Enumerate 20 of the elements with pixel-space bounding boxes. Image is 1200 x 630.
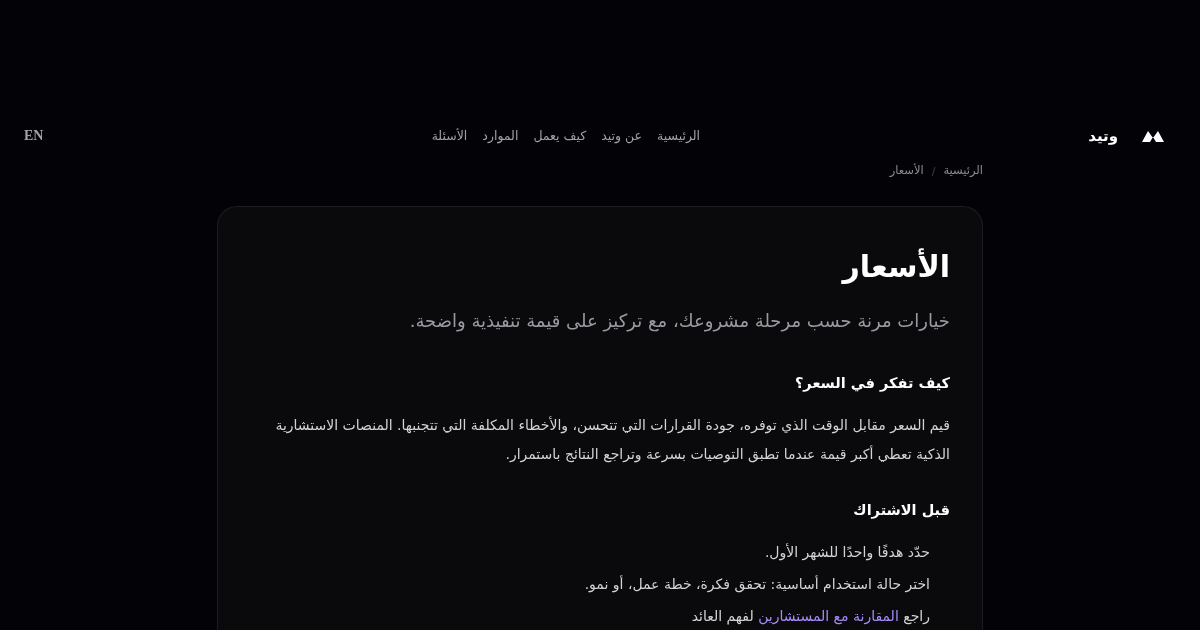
comparison-link[interactable]: المقارنة مع المستشارين <box>758 608 899 624</box>
list-item: راجع المقارنة مع المستشارين لفهم العائد <box>690 607 930 627</box>
page-title: الأسعار <box>840 247 950 286</box>
nav-link[interactable]: كيف يعمل <box>533 129 587 143</box>
list-item: اختر حالة استخدام أساسية: تحقق فكرة، خطة عمل، أو نمو. <box>583 574 930 595</box>
nav-link[interactable]: الأسئلة <box>431 129 468 143</box>
section-heading: كيف تفكر في السعر؟ <box>793 374 950 394</box>
section-paragraph: قيم السعر مقابل الوقت الذي توفره، جودة القرارات التي تتحسن، والأخطاء المكلفة التي تتجنبها. المنصات الاستشارية الذكية تعطي أكبر قيمة عندما تطبق التوصيات بسرعة وتراجع النتائج باستمرار. <box>274 415 950 465</box>
nav-link[interactable]: الموارد <box>482 129 519 143</box>
brand-name[interactable]: وتيد <box>1088 128 1118 144</box>
language-link[interactable]: EN <box>24 129 44 143</box>
breadcrumb-current: الأسعار <box>889 165 924 177</box>
section-heading: قبل الاشتراك <box>852 501 950 521</box>
mountain-logo-icon <box>1142 130 1164 142</box>
breadcrumb-separator: / <box>931 165 936 177</box>
list-item: حدّد هدفًا واحدًا للشهر الأول. <box>763 542 930 563</box>
page-subtitle: خيارات مرنة حسب مرحلة مشروعك، مع تركيز على قيمة تنفيذية واضحة. <box>408 309 950 334</box>
breadcrumb-link[interactable]: الرئيسية <box>943 165 983 177</box>
nav-link[interactable]: الرئيسية <box>657 129 701 143</box>
nav-link[interactable]: عن وتيد <box>601 129 642 143</box>
